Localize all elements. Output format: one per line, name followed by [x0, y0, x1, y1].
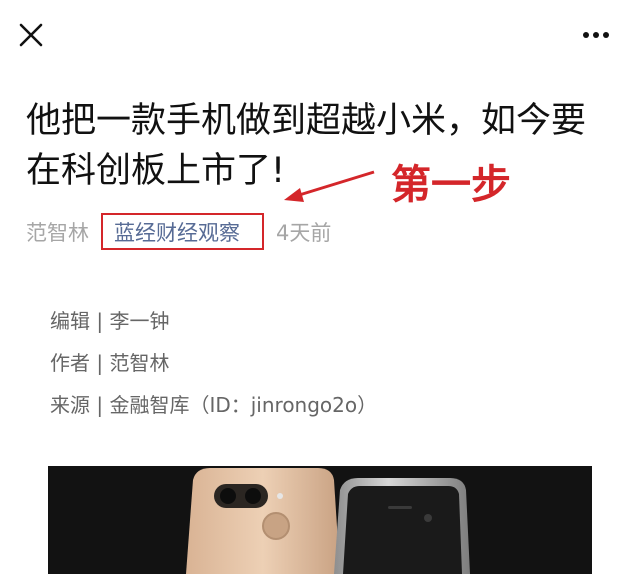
close-button[interactable] — [14, 18, 48, 52]
more-button[interactable] — [576, 18, 616, 52]
annotation-arrow — [284, 170, 375, 202]
annotation-label: 第一步 — [391, 162, 511, 208]
publish-time: 4天前 — [276, 221, 332, 245]
more-icon — [583, 32, 609, 38]
article-credits: 编辑 | 李一钟 作者 | 范智林 来源 | 金融智库（ID：jinrongo2… — [50, 300, 377, 426]
author-name: 范智林 — [26, 221, 89, 245]
credit-author: 作者 | 范智林 — [50, 351, 170, 375]
account-name-link[interactable]: 蓝经财经观察 — [114, 217, 240, 247]
credit-source: 来源 | 金融智库（ID：jinrongo2o） — [50, 393, 378, 417]
close-icon — [19, 23, 43, 47]
credit-editor: 编辑 | 李一钟 — [50, 309, 170, 333]
phone-photo — [186, 468, 470, 574]
article-image[interactable] — [48, 466, 592, 574]
top-bar — [0, 0, 640, 70]
